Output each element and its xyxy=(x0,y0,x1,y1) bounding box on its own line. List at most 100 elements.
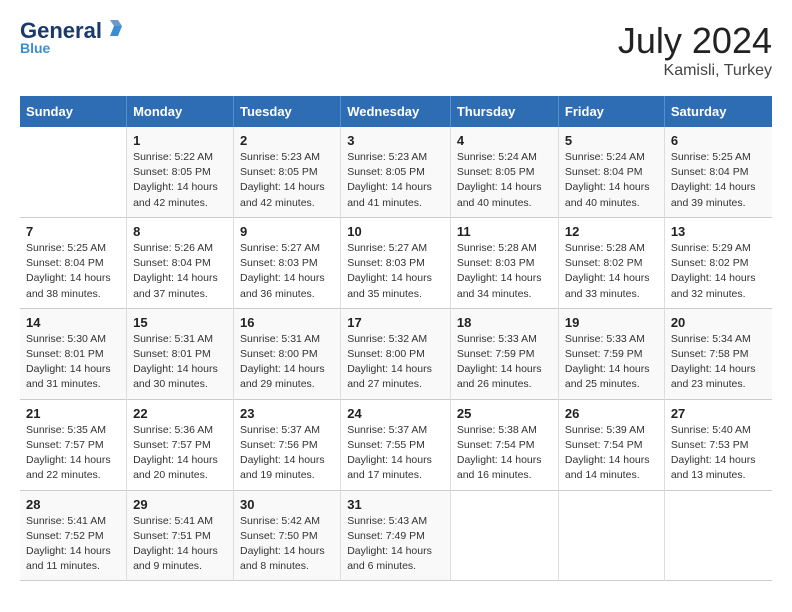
cell-info: Sunrise: 5:25 AMSunset: 8:04 PMDaylight:… xyxy=(671,150,766,211)
cell-info: Sunrise: 5:31 AMSunset: 8:01 PMDaylight:… xyxy=(133,332,227,393)
day-number: 13 xyxy=(671,224,766,239)
day-number: 9 xyxy=(240,224,334,239)
calendar-cell: 13 Sunrise: 5:29 AMSunset: 8:02 PMDayligh… xyxy=(664,217,772,308)
day-number: 24 xyxy=(347,406,444,421)
calendar-week-row: 28 Sunrise: 5:41 AMSunset: 7:52 PMDayligh… xyxy=(20,490,772,581)
calendar-week-row: 21 Sunrise: 5:35 AMSunset: 7:57 PMDayligh… xyxy=(20,399,772,490)
cell-info: Sunrise: 5:28 AMSunset: 8:03 PMDaylight:… xyxy=(457,241,552,302)
logo-icon xyxy=(104,18,126,40)
cell-info: Sunrise: 5:41 AMSunset: 7:52 PMDaylight:… xyxy=(26,514,120,575)
calendar-week-row: 1Sunrise: 5:22 AMSunset: 8:05 PMDaylight… xyxy=(20,127,772,217)
day-number: 15 xyxy=(133,315,227,330)
day-number: 5 xyxy=(565,133,658,148)
day-number: 26 xyxy=(565,406,658,421)
calendar-cell xyxy=(558,490,664,581)
calendar-cell: 6 Sunrise: 5:25 AMSunset: 8:04 PMDaylight… xyxy=(664,127,772,217)
logo-blue: Blue xyxy=(20,40,50,56)
calendar-cell: 29 Sunrise: 5:41 AMSunset: 7:51 PMDayligh… xyxy=(127,490,234,581)
day-number: 7 xyxy=(26,224,120,239)
cell-info: Sunrise: 5:30 AMSunset: 8:01 PMDaylight:… xyxy=(26,332,120,393)
cell-info: Sunrise: 5:24 AMSunset: 8:05 PMDaylight:… xyxy=(457,150,552,211)
cell-info: Sunrise: 5:37 AMSunset: 7:55 PMDaylight:… xyxy=(347,423,444,484)
calendar-table: SundayMondayTuesdayWednesdayThursdayFrid… xyxy=(20,96,772,581)
day-number: 14 xyxy=(26,315,120,330)
cell-info: Sunrise: 5:36 AMSunset: 7:57 PMDaylight:… xyxy=(133,423,227,484)
calendar-cell: 12 Sunrise: 5:28 AMSunset: 8:02 PMDayligh… xyxy=(558,217,664,308)
day-number: 6 xyxy=(671,133,766,148)
calendar-cell xyxy=(450,490,558,581)
calendar-cell: 16Sunrise: 5:31 AMSunset: 8:00 PMDayligh… xyxy=(234,308,341,399)
cell-info: Sunrise: 5:39 AMSunset: 7:54 PMDaylight:… xyxy=(565,423,658,484)
day-number: 1 xyxy=(133,133,227,148)
cell-info: Sunrise: 5:26 AMSunset: 8:04 PMDaylight:… xyxy=(133,241,227,302)
day-number: 21 xyxy=(26,406,120,421)
cell-info: Sunrise: 5:33 AMSunset: 7:59 PMDaylight:… xyxy=(565,332,658,393)
calendar-cell: 31 Sunrise: 5:43 AMSunset: 7:49 PMDayligh… xyxy=(341,490,451,581)
header-tuesday: Tuesday xyxy=(234,96,341,127)
header-friday: Friday xyxy=(558,96,664,127)
day-number: 23 xyxy=(240,406,334,421)
day-number: 29 xyxy=(133,497,227,512)
month-year: July 2024 xyxy=(618,20,772,62)
day-number: 4 xyxy=(457,133,552,148)
cell-info: Sunrise: 5:40 AMSunset: 7:53 PMDaylight:… xyxy=(671,423,766,484)
calendar-cell: 23 Sunrise: 5:37 AMSunset: 7:56 PMDayligh… xyxy=(234,399,341,490)
day-number: 11 xyxy=(457,224,552,239)
calendar-cell: 26 Sunrise: 5:39 AMSunset: 7:54 PMDayligh… xyxy=(558,399,664,490)
day-number: 3 xyxy=(347,133,444,148)
day-number: 31 xyxy=(347,497,444,512)
cell-info: Sunrise: 5:38 AMSunset: 7:54 PMDaylight:… xyxy=(457,423,552,484)
calendar-cell: 30 Sunrise: 5:42 AMSunset: 7:50 PMDayligh… xyxy=(234,490,341,581)
cell-info: Sunrise: 5:24 AMSunset: 8:04 PMDaylight:… xyxy=(565,150,658,211)
calendar-cell: 3 Sunrise: 5:23 AMSunset: 8:05 PMDaylight… xyxy=(341,127,451,217)
cell-info: Sunrise: 5:23 AMSunset: 8:05 PMDaylight:… xyxy=(347,150,444,211)
calendar-cell: 25 Sunrise: 5:38 AMSunset: 7:54 PMDayligh… xyxy=(450,399,558,490)
calendar-cell: 14 Sunrise: 5:30 AMSunset: 8:01 PMDayligh… xyxy=(20,308,127,399)
cell-info: Sunrise: 5:31 AMSunset: 8:00 PMDaylight:… xyxy=(240,332,334,393)
day-number: 28 xyxy=(26,497,120,512)
day-number: 30 xyxy=(240,497,334,512)
calendar-cell: 27 Sunrise: 5:40 AMSunset: 7:53 PMDayligh… xyxy=(664,399,772,490)
calendar-cell: 4 Sunrise: 5:24 AMSunset: 8:05 PMDaylight… xyxy=(450,127,558,217)
calendar-cell: 2 Sunrise: 5:23 AMSunset: 8:05 PMDaylight… xyxy=(234,127,341,217)
page-header: General Blue July 2024 Kamisli, Turkey xyxy=(20,20,772,80)
cell-info: Sunrise: 5:41 AMSunset: 7:51 PMDaylight:… xyxy=(133,514,227,575)
day-number: 19 xyxy=(565,315,658,330)
calendar-cell: 15 Sunrise: 5:31 AMSunset: 8:01 PMDayligh… xyxy=(127,308,234,399)
logo: General Blue xyxy=(20,20,126,56)
calendar-week-row: 14 Sunrise: 5:30 AMSunset: 8:01 PMDayligh… xyxy=(20,308,772,399)
header-wednesday: Wednesday xyxy=(341,96,451,127)
calendar-cell: 7Sunrise: 5:25 AMSunset: 8:04 PMDaylight… xyxy=(20,217,127,308)
header-sunday: Sunday xyxy=(20,96,127,127)
day-number: 25 xyxy=(457,406,552,421)
calendar-cell: 22Sunrise: 5:36 AMSunset: 7:57 PMDayligh… xyxy=(127,399,234,490)
day-number: 27 xyxy=(671,406,766,421)
day-number: 2 xyxy=(240,133,334,148)
cell-info: Sunrise: 5:29 AMSunset: 8:02 PMDaylight:… xyxy=(671,241,766,302)
cell-info: Sunrise: 5:35 AMSunset: 7:57 PMDaylight:… xyxy=(26,423,120,484)
cell-info: Sunrise: 5:43 AMSunset: 7:49 PMDaylight:… xyxy=(347,514,444,575)
calendar-cell: 21 Sunrise: 5:35 AMSunset: 7:57 PMDayligh… xyxy=(20,399,127,490)
day-number: 20 xyxy=(671,315,766,330)
cell-info: Sunrise: 5:23 AMSunset: 8:05 PMDaylight:… xyxy=(240,150,334,211)
location: Kamisli, Turkey xyxy=(618,62,772,80)
cell-info: Sunrise: 5:37 AMSunset: 7:56 PMDaylight:… xyxy=(240,423,334,484)
day-number: 12 xyxy=(565,224,658,239)
cell-info: Sunrise: 5:42 AMSunset: 7:50 PMDaylight:… xyxy=(240,514,334,575)
calendar-header-row: SundayMondayTuesdayWednesdayThursdayFrid… xyxy=(20,96,772,127)
cell-info: Sunrise: 5:34 AMSunset: 7:58 PMDaylight:… xyxy=(671,332,766,393)
calendar-cell: 8 Sunrise: 5:26 AMSunset: 8:04 PMDaylight… xyxy=(127,217,234,308)
calendar-cell: 9 Sunrise: 5:27 AMSunset: 8:03 PMDaylight… xyxy=(234,217,341,308)
day-number: 18 xyxy=(457,315,552,330)
header-thursday: Thursday xyxy=(450,96,558,127)
cell-info: Sunrise: 5:28 AMSunset: 8:02 PMDaylight:… xyxy=(565,241,658,302)
title-block: July 2024 Kamisli, Turkey xyxy=(618,20,772,80)
logo-general: General xyxy=(20,20,102,42)
cell-info: Sunrise: 5:32 AMSunset: 8:00 PMDaylight:… xyxy=(347,332,444,393)
calendar-cell: 20 Sunrise: 5:34 AMSunset: 7:58 PMDayligh… xyxy=(664,308,772,399)
day-number: 8 xyxy=(133,224,227,239)
calendar-cell: 24 Sunrise: 5:37 AMSunset: 7:55 PMDayligh… xyxy=(341,399,451,490)
day-number: 17 xyxy=(347,315,444,330)
cell-info: Sunrise: 5:27 AMSunset: 8:03 PMDaylight:… xyxy=(240,241,334,302)
calendar-week-row: 7Sunrise: 5:25 AMSunset: 8:04 PMDaylight… xyxy=(20,217,772,308)
